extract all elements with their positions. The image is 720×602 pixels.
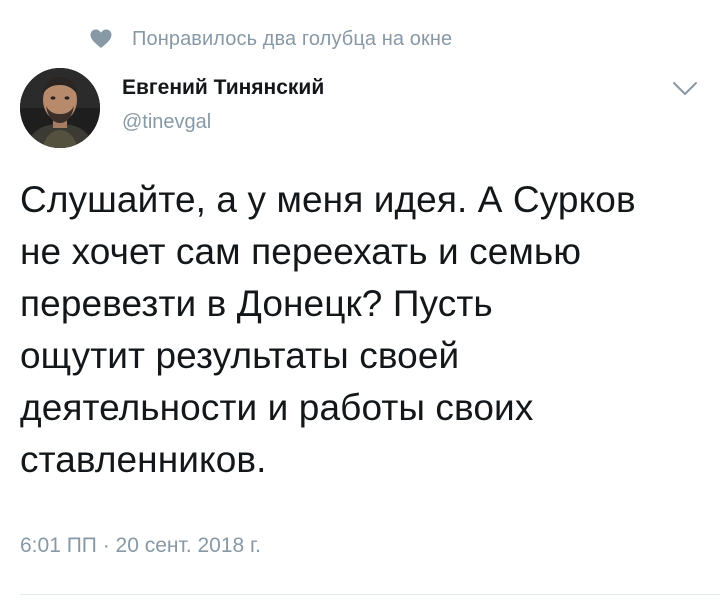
social-context: Понравилось два голубца на окне [90, 24, 452, 54]
tweet-text-line: ощутит результаты своей [20, 335, 460, 376]
author-handle[interactable]: @tinevgal [122, 108, 324, 136]
tweet-text-line: деятельности и работы своих [20, 387, 534, 428]
divider [20, 594, 720, 595]
tweet: Понравилось два голубца на окне Евгений … [0, 0, 720, 602]
avatar[interactable] [20, 68, 100, 148]
author-name[interactable]: Евгений Тинянский [122, 74, 324, 102]
chevron-down-icon[interactable] [672, 80, 698, 98]
social-context-text: Понравилось два голубца на окне [132, 27, 453, 50]
tweet-text-line: перевезти в Донецк? Пусть [20, 283, 493, 324]
tweet-text: Слушайте, а у меня идея. А Сурков не хоч… [20, 174, 700, 486]
tweet-text-line: не хочет сам переехать и семью [20, 231, 582, 272]
heart-icon [90, 29, 112, 49]
author-block[interactable]: Евгений Тинянский @tinevgal [122, 74, 324, 136]
tweet-text-line: Слушайте, а у меня идея. А Сурков [20, 179, 636, 220]
timestamp[interactable]: 6:01 ПП · 20 сент. 2018 г. [20, 534, 261, 558]
tweet-text-line: ставленников. [20, 439, 267, 480]
